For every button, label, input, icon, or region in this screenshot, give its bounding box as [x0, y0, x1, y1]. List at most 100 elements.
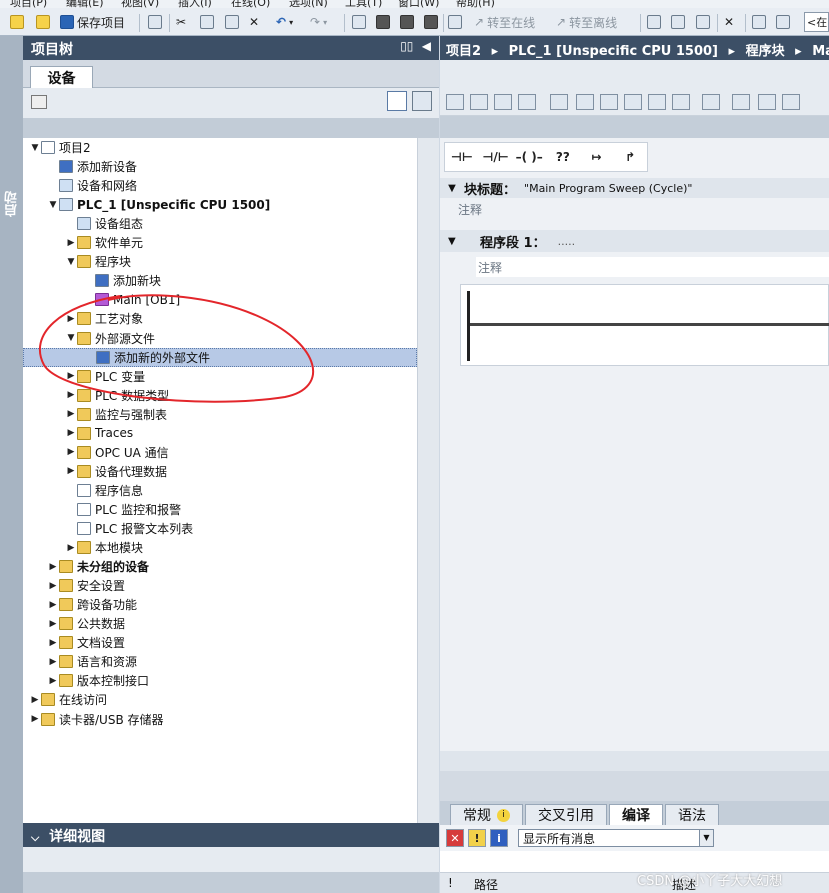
message-filter-select[interactable]: 显示所有消息 ▼: [518, 829, 714, 847]
menu-edit[interactable]: 编辑(E): [66, 0, 104, 8]
undo-button[interactable]: ↶ ▾: [276, 12, 293, 32]
search-input[interactable]: <在: [804, 12, 829, 32]
start-vertical-tab[interactable]: 启动: [3, 191, 22, 217]
expanded-arrow-icon[interactable]: ▼: [47, 200, 59, 210]
tab-devices[interactable]: 设备: [30, 66, 93, 88]
cross-reference-button[interactable]: [671, 12, 685, 32]
tab-general[interactable]: 常规 i: [450, 804, 523, 825]
comments-icon[interactable]: [648, 94, 666, 110]
open-branch-button[interactable]: ↦: [580, 150, 614, 164]
tree-item[interactable]: ▼ 项目2: [23, 138, 417, 157]
open-all-networks-icon[interactable]: [624, 94, 642, 110]
accessible-devices-button[interactable]: [647, 12, 661, 32]
tree-item[interactable]: ▶ 读卡器/USB 存储器: [23, 710, 417, 729]
add-icon[interactable]: [31, 95, 47, 109]
breakpoint-icon[interactable]: [702, 94, 720, 110]
collapsed-arrow-icon[interactable]: ▶: [29, 695, 41, 705]
refresh-icon[interactable]: [412, 91, 432, 111]
empty-box-button[interactable]: ??: [546, 150, 580, 164]
collapsed-arrow-icon[interactable]: ▶: [65, 409, 77, 419]
close-editor-button[interactable]: ✕: [724, 12, 734, 32]
step-icon[interactable]: [732, 94, 750, 110]
network-title[interactable]: .....: [558, 235, 575, 248]
collapsed-arrow-icon[interactable]: ▶: [65, 390, 77, 400]
tree-item[interactable]: ▶ Traces: [23, 424, 417, 443]
tree-item[interactable]: Main [OB1]: [23, 290, 417, 309]
tree-item[interactable]: ▶ 本地模块: [23, 538, 417, 557]
network-1-row[interactable]: ▼ 程序段 1： .....: [440, 230, 829, 252]
tree-item[interactable]: 添加新块: [23, 271, 417, 290]
breadcrumb-plc[interactable]: PLC_1 [Unspecific CPU 1500]: [509, 44, 718, 59]
notes-icon[interactable]: [782, 94, 800, 110]
maximize-icon[interactable]: ▯▯: [400, 39, 413, 53]
tree-item[interactable]: ▶ 在线访问: [23, 690, 417, 709]
save-project-button[interactable]: 保存项目: [60, 12, 125, 32]
tree-item[interactable]: 添加新设备: [23, 157, 417, 176]
close-branch-button[interactable]: ↱: [613, 150, 647, 164]
overview-icon[interactable]: [387, 91, 407, 111]
collapsed-arrow-icon[interactable]: ▶: [65, 238, 77, 248]
collapsed-arrow-icon[interactable]: ▶: [47, 638, 59, 648]
cut-button[interactable]: ✂: [176, 12, 186, 32]
tree-item[interactable]: 程序信息: [23, 481, 417, 500]
collapsed-arrow-icon[interactable]: ▶: [65, 428, 77, 438]
tree-item[interactable]: ▶ 监控与强制表: [23, 405, 417, 424]
no-contact-button[interactable]: ⊣⊢: [445, 150, 479, 164]
tree-item[interactable]: ▶ 设备代理数据: [23, 462, 417, 481]
tree-item[interactable]: ▶ 文档设置: [23, 633, 417, 652]
tab-compile[interactable]: 编译: [609, 804, 663, 825]
tree-item[interactable]: ▶ OPC UA 通信: [23, 443, 417, 462]
nc-contact-button[interactable]: ⊣/⊢: [479, 150, 513, 164]
collapse-panel-icon[interactable]: ◀: [422, 39, 431, 53]
collapsed-arrow-icon[interactable]: ▶: [47, 600, 59, 610]
tree-item[interactable]: 添加新的外部文件: [23, 347, 417, 367]
collapsed-arrow-icon[interactable]: ▶: [65, 543, 77, 553]
collapsed-arrow-icon[interactable]: ▶: [47, 581, 59, 591]
tree-item[interactable]: ▶ PLC 数据类型: [23, 386, 417, 405]
block-title-value[interactable]: "Main Program Sweep (Cycle)": [524, 182, 692, 195]
insert-row-icon[interactable]: [494, 94, 512, 110]
column-icon[interactable]: [758, 94, 776, 110]
tree-item[interactable]: ▼ 程序块: [23, 252, 417, 271]
block-title-row[interactable]: ▼ 块标题： "Main Program Sweep (Cycle)": [440, 178, 829, 198]
tree-item[interactable]: ▶ 安全设置: [23, 576, 417, 595]
menu-window[interactable]: 窗口(W): [398, 0, 439, 8]
collapsed-arrow-icon[interactable]: ▶: [47, 562, 59, 572]
info-filter-icon[interactable]: i: [490, 829, 508, 847]
coil-button[interactable]: –( )–: [512, 150, 546, 164]
tab-cross-reference[interactable]: 交叉引用: [525, 804, 607, 825]
tree-item[interactable]: ▼ 外部源文件: [23, 329, 417, 348]
error-filter-icon[interactable]: ✕: [446, 829, 464, 847]
menu-project[interactable]: 项目(P): [10, 0, 47, 8]
tree-item[interactable]: PLC 监控和报警: [23, 500, 417, 519]
collapse-triangle-icon[interactable]: ▼: [440, 236, 464, 247]
collapsed-arrow-icon[interactable]: ▶: [65, 314, 77, 324]
tree-item[interactable]: ▶ 公共数据: [23, 614, 417, 633]
favorites-icon[interactable]: [576, 94, 594, 110]
tree-item[interactable]: PLC 报警文本列表: [23, 519, 417, 538]
simulate-button[interactable]: [424, 12, 438, 32]
add-row-icon[interactable]: [518, 94, 536, 110]
expanded-arrow-icon[interactable]: ▼: [29, 143, 41, 153]
col-path[interactable]: 路径: [474, 876, 498, 893]
menu-help[interactable]: 帮助(H): [456, 0, 495, 8]
redo-button[interactable]: ↷ ▾: [310, 12, 327, 32]
warning-filter-icon[interactable]: !: [468, 829, 486, 847]
split-vertical-button[interactable]: [776, 12, 790, 32]
tree-item[interactable]: ▶ 语言和资源: [23, 652, 417, 671]
tree-item[interactable]: ▶ 跨设备功能: [23, 595, 417, 614]
collapsed-arrow-icon[interactable]: ▶: [47, 676, 59, 686]
collapse-triangle-icon[interactable]: ▼: [440, 183, 464, 194]
block-comment[interactable]: 注释: [458, 201, 482, 218]
tree-item[interactable]: 设备组态: [23, 214, 417, 233]
paste-button[interactable]: [225, 12, 239, 32]
breadcrumb-main[interactable]: Main: [812, 44, 829, 59]
insert-network-icon[interactable]: [446, 94, 464, 110]
breadcrumb-program-blocks[interactable]: 程序块: [746, 44, 785, 59]
collapsed-arrow-icon[interactable]: ▶: [65, 371, 77, 381]
download-button[interactable]: [376, 12, 390, 32]
menu-online[interactable]: 在线(O): [231, 0, 270, 8]
split-horizontal-button[interactable]: [752, 12, 766, 32]
absolute-operands-icon[interactable]: [550, 94, 568, 110]
tree-item[interactable]: ▶ PLC 变量: [23, 367, 417, 386]
